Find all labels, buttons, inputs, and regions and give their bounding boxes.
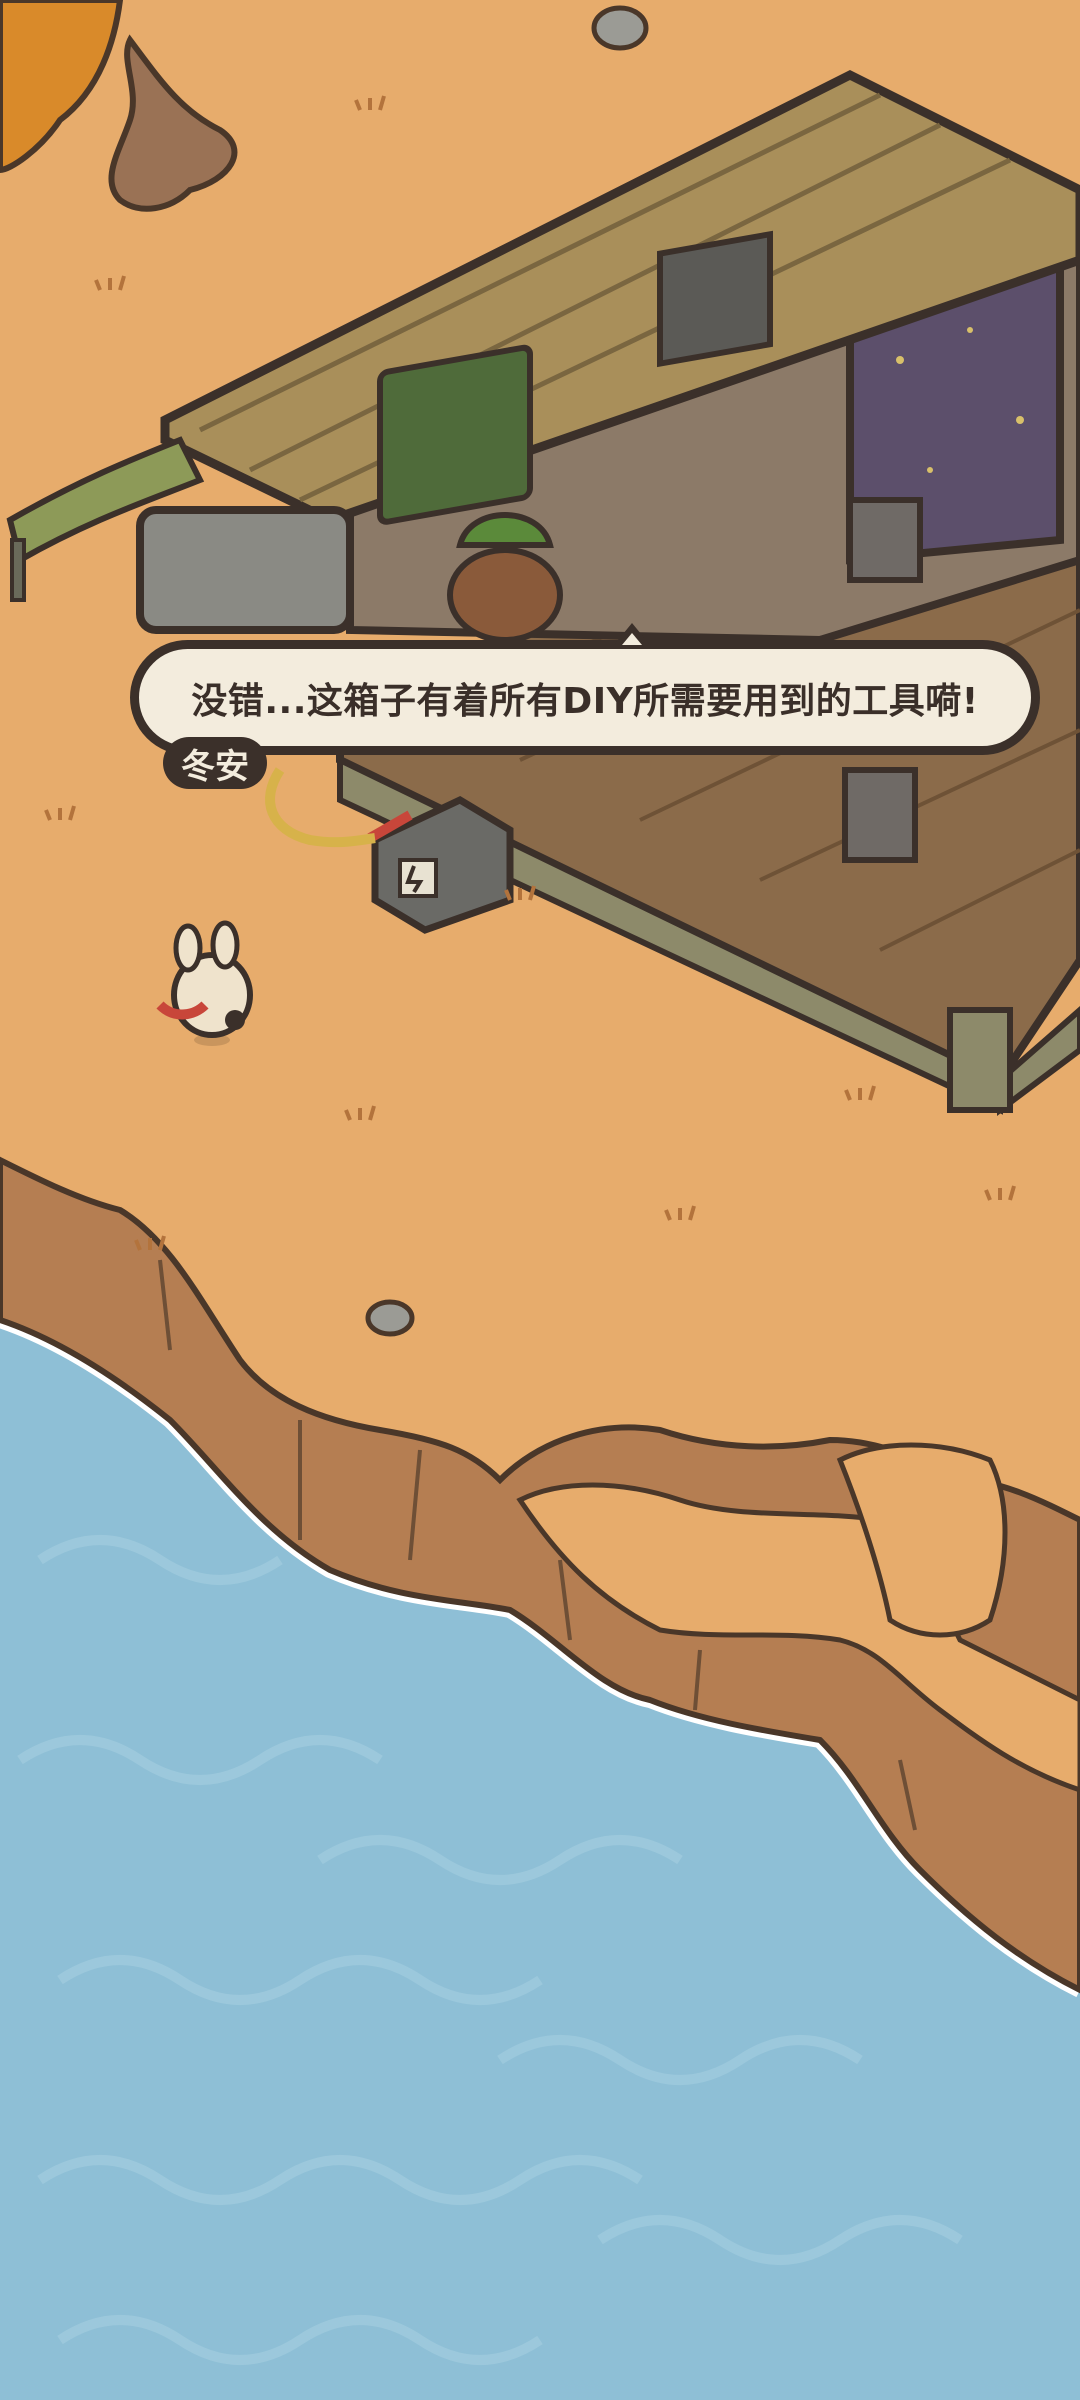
beaver-character-dongan[interactable]	[447, 512, 563, 643]
speaker-name-tag: 冬安	[163, 737, 267, 789]
dialog-pointer	[614, 623, 650, 645]
game-scene[interactable]	[0, 0, 1080, 2400]
dialog-text: 没错...这箱子有着所有DIY所需要用到的工具嗬!	[191, 680, 979, 722]
rock	[591, 5, 649, 51]
dialog-bubble[interactable]: 没错...这箱子有着所有DIY所需要用到的工具嗬!	[130, 623, 1040, 755]
rock	[365, 1299, 415, 1337]
